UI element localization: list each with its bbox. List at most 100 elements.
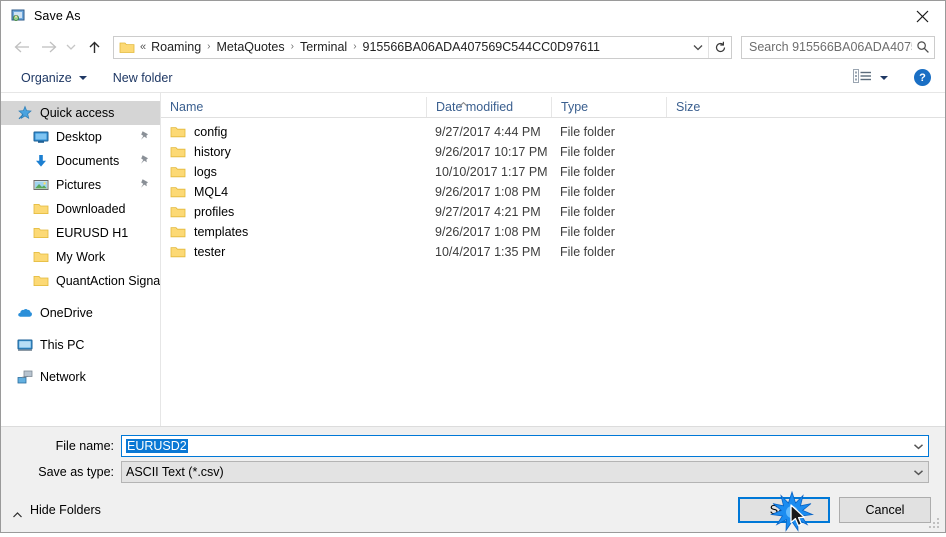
table-row[interactable]: MQL4 9/26/2017 1:08 PM File folder — [161, 182, 945, 202]
breadcrumb-item-2[interactable]: Terminal — [299, 40, 348, 54]
sidebar-label: OneDrive — [40, 306, 93, 320]
sidebar-item-downloaded[interactable]: Downloaded — [1, 197, 160, 221]
table-row[interactable]: templates 9/26/2017 1:08 PM File folder — [161, 222, 945, 242]
save-label: Save — [769, 503, 799, 517]
cancel-button[interactable]: Cancel — [839, 497, 931, 523]
recent-locations-icon[interactable] — [61, 34, 81, 60]
window-title: Save As — [34, 9, 81, 23]
file-name-input[interactable]: EURUSD2 — [121, 435, 929, 457]
chevron-up-icon — [13, 507, 22, 518]
sidebar-item-pictures[interactable]: Pictures — [1, 173, 160, 197]
hide-folders-button[interactable]: Hide Folders — [13, 503, 101, 518]
sidebar-item-quantaction-signal[interactable]: QuantAction Signal — [1, 269, 160, 293]
resize-grip[interactable] — [929, 517, 941, 529]
close-icon[interactable] — [899, 1, 945, 31]
file-date-modified: 9/26/2017 10:17 PM — [435, 145, 548, 159]
table-row[interactable]: logs 10/10/2017 1:17 PM File folder — [161, 162, 945, 182]
hide-folders-label: Hide Folders — [30, 503, 101, 517]
column-header-size[interactable]: Size — [666, 97, 746, 117]
table-row[interactable]: config 9/27/2017 4:44 PM File folder — [161, 122, 945, 142]
dialog-footer: Hide Folders Save Cancel — [1, 488, 945, 532]
view-mode-button[interactable] — [849, 66, 892, 89]
folder-icon — [119, 40, 135, 54]
pin-icon[interactable] — [139, 154, 150, 169]
search-input[interactable]: Search 915566BA06ADA40756... — [741, 35, 935, 59]
file-date-modified: 9/27/2017 4:21 PM — [435, 205, 541, 219]
breadcrumb-item-0[interactable]: Roaming — [150, 40, 202, 54]
new-folder-button[interactable]: New folder — [107, 68, 179, 88]
file-name-row: File name: EURUSD2 — [1, 435, 945, 457]
sidebar-item-my-work[interactable]: My Work — [1, 245, 160, 269]
file-date-modified: 9/26/2017 1:08 PM — [435, 185, 541, 199]
breadcrumb-separator-icon: › — [207, 41, 211, 52]
column-header-date-modified[interactable]: Date modified — [426, 97, 551, 117]
breadcrumb-item-3[interactable]: 915566BA06ADA407569C544CC0D97611 — [362, 40, 601, 54]
file-name-value[interactable]: EURUSD2 — [122, 439, 909, 453]
folder-icon — [170, 125, 186, 139]
file-name: logs — [194, 165, 217, 179]
sidebar-item-eurusd-h1[interactable]: EURUSD H1 — [1, 221, 160, 245]
refresh-icon[interactable] — [709, 41, 731, 54]
pictures-icon — [33, 177, 49, 193]
sidebar-item-desktop[interactable]: Desktop — [1, 125, 160, 149]
sidebar-item-network[interactable]: Network — [1, 365, 160, 389]
folder-icon — [33, 201, 49, 217]
forward-arrow-icon[interactable] — [35, 34, 61, 60]
save-button[interactable]: Save — [738, 490, 830, 532]
address-bar[interactable]: « Roaming › MetaQuotes › Terminal › 9155… — [113, 35, 732, 59]
sidebar-label: Downloaded — [56, 202, 126, 216]
sidebar-item-this-pc[interactable]: This PC — [1, 333, 160, 357]
up-arrow-icon[interactable] — [81, 34, 107, 60]
save-as-type-label: Save as type: — [38, 465, 114, 479]
breadcrumb-item-1[interactable]: MetaQuotes — [216, 40, 286, 54]
file-name: profiles — [194, 205, 235, 219]
column-header-type[interactable]: Type — [551, 97, 666, 117]
column-header-name[interactable]: Name — [161, 97, 426, 117]
sidebar-label: My Work — [56, 250, 106, 264]
file-rows: config 9/27/2017 4:44 PM File folder his… — [161, 118, 945, 426]
new-folder-label: New folder — [112, 70, 173, 85]
sidebar-item-quick-access[interactable]: Quick access — [1, 101, 160, 125]
chevron-down-icon[interactable] — [909, 443, 928, 450]
documents-download-icon — [33, 153, 49, 169]
table-row[interactable]: history 9/26/2017 10:17 PM File folder — [161, 142, 945, 162]
pin-icon[interactable] — [139, 178, 150, 193]
sidebar-item-documents[interactable]: Documents — [1, 149, 160, 173]
search-icon[interactable] — [912, 40, 934, 54]
file-type: File folder — [560, 145, 615, 159]
chevron-down-icon — [880, 75, 888, 80]
sidebar-label: Desktop — [56, 130, 102, 144]
sidebar-item-onedrive[interactable]: OneDrive — [1, 301, 160, 325]
onedrive-cloud-icon — [17, 305, 33, 321]
sidebar-label: Network — [40, 370, 86, 384]
breadcrumb[interactable]: « Roaming › MetaQuotes › Terminal › 9155… — [140, 40, 688, 54]
folder-icon — [33, 273, 49, 289]
sort-ascending-icon — [459, 96, 468, 107]
navigation-pane: Quick access Desktop Documents Pictures … — [1, 93, 161, 426]
file-type: File folder — [560, 245, 615, 259]
table-row[interactable]: profiles 9/27/2017 4:21 PM File folder — [161, 202, 945, 222]
sidebar-label: EURUSD H1 — [56, 226, 129, 240]
save-as-app-icon — [10, 8, 26, 24]
folder-icon — [170, 205, 186, 219]
breadcrumb-overflow-icon[interactable]: « — [140, 41, 150, 53]
file-name: tester — [194, 245, 226, 259]
chevron-down-icon[interactable] — [909, 469, 928, 476]
desktop-icon — [33, 129, 49, 145]
file-name-label: File name: — [55, 439, 114, 453]
file-name: templates — [194, 225, 249, 239]
back-arrow-icon[interactable] — [9, 34, 35, 60]
help-button[interactable]: ? — [914, 69, 931, 86]
file-type: File folder — [560, 205, 615, 219]
save-as-type-select[interactable]: ASCII Text (*.csv) — [121, 461, 929, 483]
command-toolbar: Organize New folder ? — [1, 63, 945, 93]
file-type: File folder — [560, 185, 615, 199]
file-date-modified: 10/4/2017 1:35 PM — [435, 245, 541, 259]
file-list-pane: Name Date modified Type Size config 9/27… — [161, 93, 945, 426]
table-row[interactable]: tester 10/4/2017 1:35 PM File folder — [161, 242, 945, 262]
quick-access-star-icon — [17, 105, 33, 121]
pin-icon[interactable] — [139, 130, 150, 145]
organize-button[interactable]: Organize — [15, 68, 93, 88]
chevron-down-icon[interactable] — [688, 44, 708, 51]
